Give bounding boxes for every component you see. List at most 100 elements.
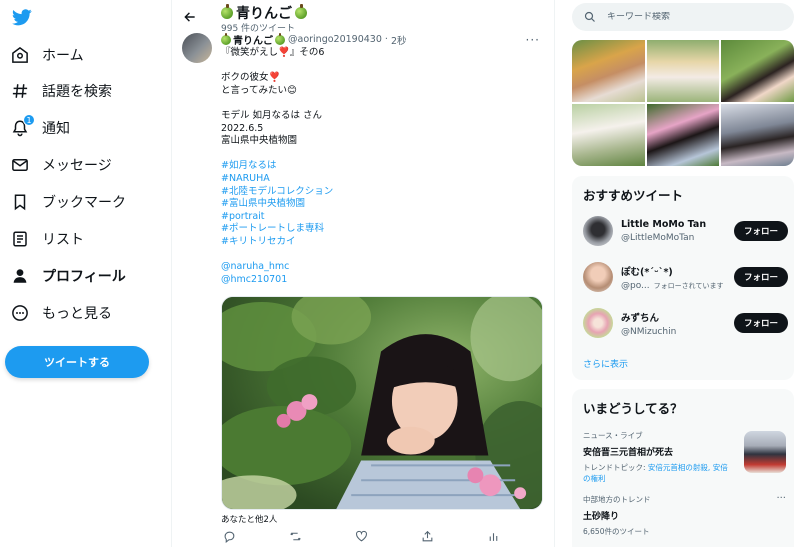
reply-icon[interactable] [221, 528, 237, 544]
trend-item[interactable]: 中部地方のトレンド 土砂降り 6,650件のツイート [583, 494, 788, 537]
nav-more[interactable]: もっと見る [10, 298, 112, 328]
trend-more-options-icon[interactable]: ··· [776, 493, 786, 504]
notification-count-badge: 1 [23, 114, 35, 126]
tweet-author-handle[interactable]: @aoringo20190430 [288, 34, 382, 45]
hashtag-link[interactable]: #ポートレートしま専科 [221, 223, 541, 236]
mention-link[interactable]: @naruha_hmc [221, 261, 541, 274]
nav-label-bookmarks: ブックマーク [42, 195, 126, 211]
trend-topics-prefix: トレンドトピック: [583, 463, 648, 472]
list-icon [10, 229, 30, 249]
follow-button[interactable]: フォロー [734, 221, 788, 241]
search-icon [584, 11, 595, 22]
tweet-author-line: 青りんご @aoringo20190430 · 2秒 [221, 32, 406, 47]
profile-header-name: 青りんご [236, 6, 292, 22]
nav-label-profile: プロフィール [42, 269, 126, 285]
author-avatar[interactable] [182, 33, 212, 63]
search-box[interactable] [572, 3, 794, 31]
nav-lists[interactable]: リスト [10, 224, 84, 254]
user-avatar[interactable] [583, 262, 613, 292]
twitter-bird-logo-icon[interactable] [12, 9, 32, 26]
person-icon [10, 266, 30, 286]
nav-home[interactable]: ホーム [10, 40, 84, 70]
nav-label-lists: リスト [42, 232, 84, 248]
tweet-line [221, 148, 541, 161]
recommended-user-row[interactable]: みずちん @NMizuchin フォロー [583, 307, 788, 339]
trend-news-thumbnail[interactable] [744, 431, 786, 473]
tweet-line: モデル 如月なるは さん [221, 109, 323, 121]
like-heart-icon[interactable] [353, 528, 369, 544]
trends-panel: いまどうしてる？ ニュース・ライブ 安倍晋三元首相が死去 トレンドトピック: 安… [572, 389, 794, 547]
hashtag-link[interactable]: #NARUHA [221, 173, 541, 186]
recommended-title: おすすめツイート [583, 188, 684, 203]
search-input[interactable] [607, 12, 787, 22]
hashtag-link[interactable]: #如月なるは [221, 160, 541, 173]
tweet-photo[interactable] [221, 296, 543, 510]
media-thumbnail[interactable] [572, 40, 645, 102]
trend-context: 中部地方のトレンド [583, 495, 651, 504]
share-icon[interactable] [419, 528, 435, 544]
green-apple-emoji-icon [275, 32, 285, 45]
profile-media-gallery [572, 40, 794, 166]
recommended-user-row[interactable]: Little MoMo Tan @LittleMoMoTan フォロー [583, 215, 788, 247]
more-circle-icon [10, 303, 30, 323]
hashtag-link[interactable]: #北陸モデルコレクション [221, 186, 541, 199]
left-navigation: ホーム 話題を検索 1 通知 メッセージ ブックマーク リスト プロフィール も… [0, 0, 172, 547]
nav-label-notifications: 通知 [42, 121, 70, 137]
analytics-icon[interactable] [485, 528, 501, 544]
home-icon [10, 45, 30, 65]
hashtag-link[interactable]: #富山県中央植物園 [221, 198, 541, 211]
tweet-button[interactable]: ツイートする [5, 346, 149, 378]
nav-profile[interactable]: プロフィール [10, 261, 126, 291]
user-avatar[interactable] [583, 216, 613, 246]
trend-title: 土砂降り [583, 512, 620, 522]
mail-icon [10, 155, 30, 175]
follows-you-label: フォローされています [653, 281, 724, 290]
tweet-line: 『微笑がえし❣️』その6 [221, 47, 325, 58]
green-apple-emoji-icon [221, 4, 233, 19]
green-apple-emoji-icon [295, 4, 307, 19]
media-thumbnail[interactable] [646, 40, 720, 102]
nav-notifications[interactable]: 1 通知 [10, 113, 70, 143]
recommended-user-handle: @LittleMoMoTan [621, 233, 695, 243]
nav-explore[interactable]: 話題を検索 [10, 76, 112, 106]
green-apple-emoji-icon [221, 32, 231, 45]
media-thumbnail[interactable] [721, 104, 794, 166]
right-sidebar: おすすめツイート Little MoMo Tan @LittleMoMoTan … [555, 0, 800, 547]
recommended-tweets-panel: おすすめツイート Little MoMo Tan @LittleMoMoTan … [572, 176, 794, 380]
recommended-user-row[interactable]: ぽむ(*´ᵕ`*) @po... フォローされています フォロー [583, 261, 788, 293]
media-thumbnail[interactable] [646, 104, 720, 166]
nav-label-messages: メッセージ [42, 158, 112, 174]
tagged-users[interactable]: あなたと他2人 [221, 513, 277, 525]
hashtag-icon [10, 81, 30, 101]
bell-icon: 1 [10, 114, 35, 138]
tweet-line: ボクの彼女❣️ [221, 72, 281, 84]
recommended-user-handle: @NMizuchin [621, 326, 677, 337]
recommended-user-name: ぽむ(*´ᵕ`*) [621, 266, 673, 278]
tweet-line [221, 60, 541, 73]
follow-button[interactable]: フォロー [734, 313, 788, 333]
tweet-timestamp[interactable]: 2秒 [391, 33, 407, 47]
back-arrow-icon[interactable] [183, 10, 197, 24]
trend-topics: トレンドトピック: 安倍元首相の射殺, 安倍の権利 [583, 462, 733, 484]
trend-tweet-count: 6,650件のツイート [583, 527, 650, 536]
nav-bookmarks[interactable]: ブックマーク [10, 187, 126, 217]
nav-label-home: ホーム [42, 48, 84, 64]
trends-title: いまどうしてる？ [583, 401, 683, 416]
nav-messages[interactable]: メッセージ [10, 150, 112, 180]
trend-item[interactable]: ニュース・ライブ 安倍晋三元首相が死去 トレンドトピック: 安倍元首相の射殺, … [583, 430, 788, 484]
retweet-icon[interactable] [287, 528, 303, 544]
mention-link[interactable]: @hmc210701 [221, 274, 541, 287]
media-thumbnail[interactable] [572, 104, 645, 166]
nav-label-more: もっと見る [42, 306, 112, 322]
tweet-author-name[interactable]: 青りんご [233, 32, 273, 47]
media-thumbnail[interactable] [721, 40, 794, 102]
show-more-link[interactable]: さらに表示 [583, 357, 628, 370]
tweet-line: 富山県中央植物園 [221, 135, 298, 147]
nav-label-explore: 話題を検索 [42, 84, 112, 100]
hashtag-link[interactable]: #キリトリセカイ [221, 236, 541, 249]
tweet-more-options-icon[interactable]: ··· [526, 33, 540, 47]
user-avatar[interactable] [583, 308, 613, 338]
hashtag-link[interactable]: #portrait [221, 211, 541, 224]
follow-button[interactable]: フォロー [734, 267, 788, 287]
tweet-line: 2022.6.5 [221, 122, 264, 134]
